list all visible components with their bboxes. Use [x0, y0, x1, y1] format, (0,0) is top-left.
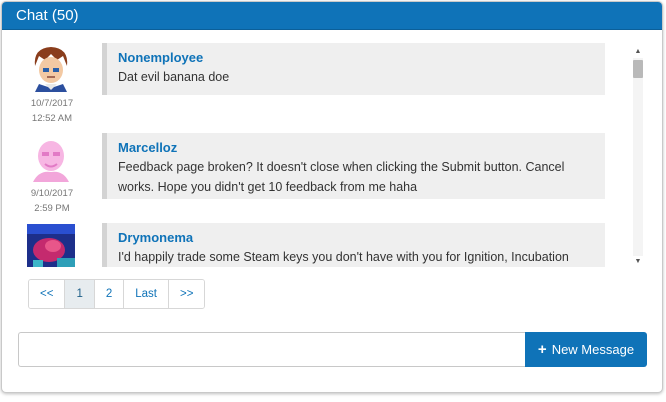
new-message-button[interactable]: + New Message	[525, 332, 647, 367]
page-1-button[interactable]: 1	[64, 280, 94, 308]
message-author[interactable]: Marcelloz	[118, 139, 595, 157]
page-last-button[interactable]: Last	[123, 280, 168, 308]
avatar[interactable]	[27, 44, 75, 92]
message-author[interactable]: Nonemployee	[118, 49, 595, 67]
scroll-thumb[interactable]	[633, 60, 643, 78]
message-scrollbar[interactable]: ▲ ▼	[632, 46, 644, 268]
message-bubble: Drymonema I'd happily trade some Steam k…	[102, 223, 605, 267]
compose-bar: + New Message	[18, 332, 647, 367]
message-bubble: Marcelloz Feedback page broken? It doesn…	[102, 133, 605, 199]
pagination: << 1 2 Last >>	[28, 279, 206, 309]
message-timestamp: 9/10/2017 2:59 PM	[30, 188, 74, 214]
message-text: Dat evil banana doe	[118, 70, 230, 84]
scroll-down-arrow-icon[interactable]: ▼	[632, 256, 644, 268]
message-text: I'd happily trade some Steam keys you do…	[118, 250, 569, 264]
plus-icon: +	[537, 341, 547, 358]
message-list: 10/7/2017 12:52 AM Nonemployee Dat evil …	[2, 38, 630, 267]
chat-title: Chat (50)	[2, 2, 662, 30]
message-author[interactable]: Drymonema	[118, 229, 595, 247]
scroll-track[interactable]	[633, 58, 643, 256]
message-text: Feedback page broken? It doesn't close w…	[118, 160, 565, 194]
scroll-up-arrow-icon[interactable]: ▲	[632, 46, 644, 58]
page-2-button[interactable]: 2	[93, 280, 124, 308]
avatar[interactable]	[27, 134, 75, 182]
chat-panel: Chat (50) 10/7/2017 12:52 AM Nonemployee…	[1, 1, 663, 393]
message-timestamp: 10/7/2017 12:52 AM	[30, 98, 74, 124]
page-next-button[interactable]: >>	[168, 280, 205, 308]
avatar[interactable]	[27, 224, 75, 267]
page-first-button[interactable]: <<	[29, 280, 65, 308]
message-bubble: Nonemployee Dat evil banana doe	[102, 43, 605, 95]
new-message-label: New Message	[551, 342, 635, 357]
message-input[interactable]	[18, 332, 525, 367]
